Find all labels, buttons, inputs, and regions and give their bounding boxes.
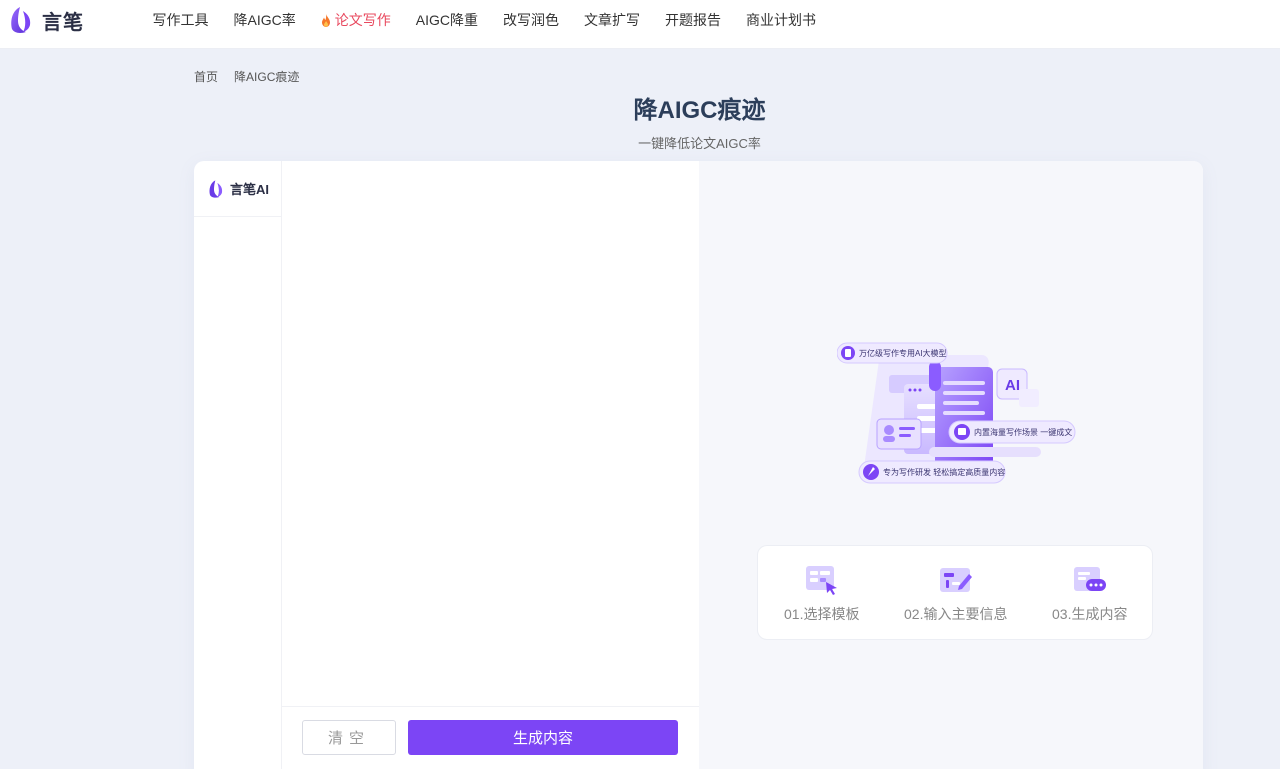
ai-badge: AI [1005, 377, 1020, 394]
nav-item-aigc-dedup[interactable]: AIGC降重 [403, 10, 490, 30]
top-navbar: 言笔 写作工具 降AIGC率 论文写作 AIGC降重 改写润色 文章扩写 开题报… [0, 0, 1280, 49]
nav-item-article-expand[interactable]: 文章扩写 [571, 10, 652, 30]
sidebar-brand: 言笔AI [194, 161, 281, 217]
nav-item-reduce-aigc-rate[interactable]: 降AIGC率 [221, 10, 308, 30]
workspace-card: 言笔AI 清空 生成内容 AI 万亿级写作专用AI大模型 内置海量写作场景 一键… [194, 161, 1203, 769]
page-subtitle: 一键降低论文AIGC率 [638, 136, 761, 151]
main-nav: 写作工具 降AIGC率 论文写作 AIGC降重 改写润色 文章扩写 开题报告 商… [140, 0, 828, 40]
edit-form-icon [939, 568, 972, 592]
quill-logo-icon [209, 179, 223, 198]
page-title: 降AIGC痕迹 [633, 97, 766, 124]
illustration-tag-scenes: 内置海量写作场景 一键成文 [974, 427, 1072, 437]
nav-item-writing-tools[interactable]: 写作工具 [140, 10, 221, 30]
step-label: 03.生成内容 [1052, 606, 1128, 622]
clear-button[interactable]: 清空 [302, 720, 396, 755]
step-enter-info: 02.输入主要信息 [904, 546, 1007, 641]
quill-logo-icon [11, 7, 31, 33]
generate-button[interactable]: 生成内容 [408, 720, 678, 755]
step-generate: 03.生成内容 [1052, 546, 1127, 641]
step-label: 01.选择模板 [784, 606, 860, 622]
workflow-steps: 01.选择模板 02.输入主要信息 03.生成内容 [757, 545, 1153, 640]
nav-item-proposal-report[interactable]: 开题报告 [652, 10, 733, 30]
ai-writing-illustration: AI 万亿级写作专用AI大模型 内置海量写作场景 一键成文 专为写作研发 轻松搞… [837, 342, 1076, 484]
nav-item-label: 论文写作 [334, 12, 391, 28]
breadcrumb: 首页 降AIGC痕迹 [194, 68, 299, 85]
step-label: 02.输入主要信息 [904, 606, 1008, 622]
nav-item-business-plan[interactable]: 商业计划书 [733, 10, 828, 30]
breadcrumb-home[interactable]: 首页 [194, 68, 218, 85]
breadcrumb-current: 降AIGC痕迹 [234, 70, 300, 84]
sidebar: 言笔AI [194, 161, 282, 769]
editor-actions: 清空 生成内容 [282, 706, 699, 769]
step-select-template: 01.选择模板 [784, 546, 859, 641]
fire-icon [321, 13, 330, 27]
brand-name: 言笔 [42, 11, 84, 34]
illustration-tag-quality: 专为写作研发 轻松搞定高质量内容 [883, 467, 1005, 477]
output-panel: AI 万亿级写作专用AI大模型 内置海量写作场景 一键成文 专为写作研发 轻松搞… [699, 161, 1203, 769]
nav-item-paper-writing[interactable]: 论文写作 [308, 10, 403, 30]
illustration-tag-model: 万亿级写作专用AI大模型 [859, 348, 947, 358]
input-panel[interactable]: 清空 生成内容 [282, 161, 699, 769]
brand-logo[interactable]: 言笔 [6, 5, 84, 35]
sidebar-brand-name: 言笔AI [229, 182, 269, 197]
nav-item-rewrite-polish[interactable]: 改写润色 [490, 10, 571, 30]
template-select-icon [805, 566, 837, 595]
chat-generate-icon [1073, 567, 1106, 591]
